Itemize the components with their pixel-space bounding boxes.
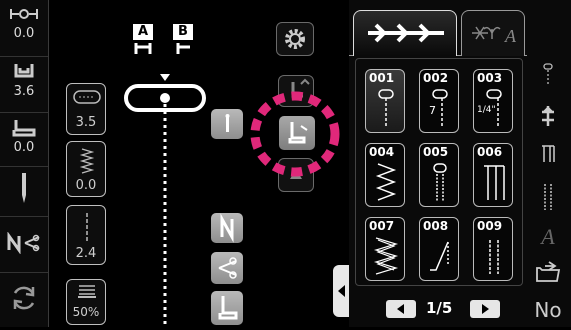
- needle-mini-icon: [543, 63, 553, 86]
- needle-a-foot-icon: [134, 43, 152, 54]
- needle-b-label: B: [173, 24, 193, 40]
- stitch-length-2-value: 2.4: [75, 246, 97, 261]
- feed-item[interactable]: 0.0: [0, 118, 48, 155]
- presser-height-value: 3.6: [13, 84, 35, 99]
- stitch-004-button[interactable]: 004: [365, 143, 405, 207]
- straight-stitch-icon: [378, 89, 394, 128]
- decorative-stitch-tab-icon: A: [472, 26, 517, 46]
- chevron-right-icon: [482, 304, 489, 314]
- needle-b-indicator: B: [173, 24, 193, 59]
- needle-marker-icon: [160, 74, 170, 81]
- auto-thread-cut-item[interactable]: [0, 231, 48, 258]
- needle-up-icon: [225, 114, 230, 132]
- reset-item[interactable]: [0, 283, 48, 317]
- svg-text:A: A: [504, 26, 517, 46]
- tie-off-side-item[interactable]: [528, 104, 568, 132]
- needle-position-side-item[interactable]: [528, 62, 568, 92]
- speed-box[interactable]: 50%: [66, 279, 106, 325]
- speed-value: 50%: [72, 305, 100, 319]
- stitch-length-2-box[interactable]: 2.4: [66, 205, 106, 265]
- zigzag-length-icon: [79, 148, 95, 174]
- stitch-sublabel: 1/4": [477, 105, 496, 115]
- reset-refresh-icon: [13, 286, 35, 310]
- thread-tension-icon: [10, 9, 38, 19]
- buttonhole-stitch-icon: [433, 163, 447, 202]
- scissors-icon: [218, 257, 237, 279]
- needle-a-label: A: [133, 24, 153, 40]
- stitch-005-button[interactable]: 005: [419, 143, 459, 207]
- stitch-number-entry[interactable]: No: [528, 298, 568, 322]
- settings-button[interactable]: [276, 22, 314, 56]
- overcast-stitch-icon: [430, 241, 449, 271]
- mirror-side-item[interactable]: A: [528, 224, 568, 250]
- presser-foot-lift-icon: [218, 296, 238, 320]
- blind-hem-stitch-icon: [484, 165, 505, 200]
- stitch-number: 003: [477, 71, 503, 85]
- needle-position-graphic: [124, 74, 206, 328]
- stitch-number: 005: [423, 145, 449, 159]
- highlight-ring: [250, 91, 340, 177]
- presser-foot-height-icon: [14, 64, 34, 78]
- stitch-003-button[interactable]: 003 1/4": [473, 69, 513, 133]
- tie-off-icon: [542, 106, 554, 126]
- needle-item[interactable]: [0, 172, 48, 208]
- stitch-width-value: 3.5: [75, 115, 97, 130]
- stitch-number: 007: [369, 219, 395, 233]
- stitch-008-button[interactable]: 008: [419, 217, 459, 281]
- stitch-number: 006: [477, 145, 503, 159]
- stitch-length-value: 0.0: [75, 178, 97, 193]
- stitch-006-button[interactable]: 006: [473, 143, 513, 207]
- thread-cut-icon: [7, 231, 40, 255]
- presser-foot-button[interactable]: [211, 291, 243, 325]
- thread-cut-button[interactable]: [211, 252, 243, 284]
- stitch-length-box[interactable]: 0.0: [66, 141, 106, 197]
- gear-icon: [285, 29, 305, 49]
- feed-value: 0.0: [13, 140, 35, 155]
- thread-tension-item[interactable]: 0.0: [0, 6, 48, 41]
- stitch-007-button[interactable]: 007: [365, 217, 405, 281]
- stitch-width-icon: [73, 90, 101, 104]
- elongation-side-item[interactable]: [528, 142, 568, 170]
- stitch-001-button[interactable]: 001: [365, 69, 405, 133]
- load-side-item[interactable]: [528, 260, 568, 288]
- straight-length-icon: [86, 213, 88, 241]
- stitch-002-button[interactable]: 002 7: [419, 69, 459, 133]
- triple-zigzag-stitch-icon: [373, 237, 399, 275]
- needle-stop-button[interactable]: [211, 109, 243, 139]
- tab-utility-stitches[interactable]: [353, 10, 457, 56]
- chevron-left-icon: [397, 304, 404, 314]
- stitch-009-button[interactable]: 009: [473, 217, 513, 281]
- page-indicator: 1/5: [426, 299, 453, 317]
- needle-a-indicator: A: [133, 24, 153, 59]
- density-side-item[interactable]: [528, 182, 568, 216]
- utility-stitch-tab-icon: [368, 23, 444, 43]
- needle-icon: [22, 173, 26, 203]
- triple-straight-stitch-icon: [489, 240, 499, 274]
- stitch-number: 008: [423, 219, 449, 233]
- speed-icon: [78, 285, 96, 298]
- density-icon: [544, 184, 552, 210]
- stitch-number: 001: [369, 71, 395, 85]
- thread-tension-value: 0.0: [13, 26, 35, 41]
- stitch-number: 009: [477, 219, 503, 233]
- reverse-stitch-icon: [220, 213, 234, 243]
- zigzag-stitch-icon: [375, 163, 397, 201]
- page-next-button[interactable]: [470, 300, 500, 318]
- presser-foot-icon: [12, 120, 36, 137]
- presser-height-item[interactable]: 3.6: [0, 62, 48, 99]
- needle-b-foot-icon: [176, 43, 190, 54]
- folder-load-icon: [536, 261, 561, 282]
- status-column: 0.0 3.6 0.0: [0, 0, 49, 327]
- elongation-icon: [542, 145, 555, 162]
- stitch-number: 002: [423, 71, 449, 85]
- page-prev-button[interactable]: [386, 300, 416, 318]
- reverse-button[interactable]: [211, 213, 243, 243]
- stitch-number: 004: [369, 145, 395, 159]
- tab-decorative-stitches[interactable]: A: [461, 10, 525, 56]
- stitch-width-box[interactable]: 3.5: [66, 83, 106, 135]
- stitch-sublabel: 7: [429, 104, 436, 117]
